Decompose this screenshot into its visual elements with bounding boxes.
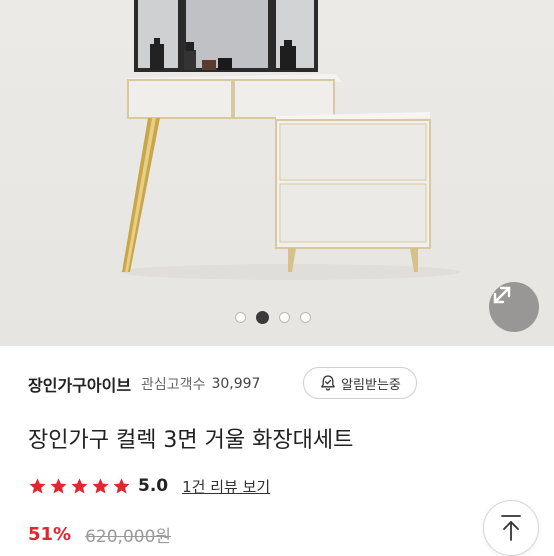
rating-score: 5.0 (138, 476, 169, 496)
discount-rate: 51% (28, 524, 72, 545)
expand-arrows-icon (493, 286, 511, 304)
original-price: 620,000원 (85, 527, 172, 547)
product-title: 장인가구 컬렉 3면 거울 화장대세트 (28, 428, 354, 453)
carousel-dot-1[interactable] (235, 312, 246, 323)
star-icon (50, 477, 67, 493)
review-link[interactable]: 1건 리뷰 보기 (182, 476, 270, 497)
carousel-dot-4[interactable] (300, 312, 311, 323)
interest-label: 관심고객수 (141, 377, 206, 393)
product-image-carousel[interactable] (0, 0, 554, 346)
carousel-dot-3[interactable] (279, 312, 290, 323)
vanity-table-photo (120, 0, 460, 280)
expand-image-button[interactable] (489, 282, 539, 332)
star-icon (113, 477, 130, 493)
star-icon (71, 477, 88, 493)
star-icon (29, 477, 46, 493)
bell-check-icon (321, 375, 335, 391)
seller-name[interactable]: 장인가구아이브 (28, 372, 131, 396)
star-icon (92, 477, 109, 493)
rating-row: 5.0 1건 리뷰 보기 (28, 473, 270, 499)
arrow-up-icon (501, 515, 521, 541)
scroll-top-button[interactable] (483, 500, 539, 556)
star-rating (28, 477, 133, 496)
price-row: 51% 620,000원 (28, 522, 171, 547)
carousel-indicator (235, 311, 311, 324)
interest-count: 30,997 (211, 376, 261, 392)
alarm-label: 알림받는중 (341, 377, 401, 393)
alarm-subscribed-button[interactable]: 알림받는중 (303, 367, 417, 399)
carousel-dot-2[interactable] (256, 311, 269, 324)
